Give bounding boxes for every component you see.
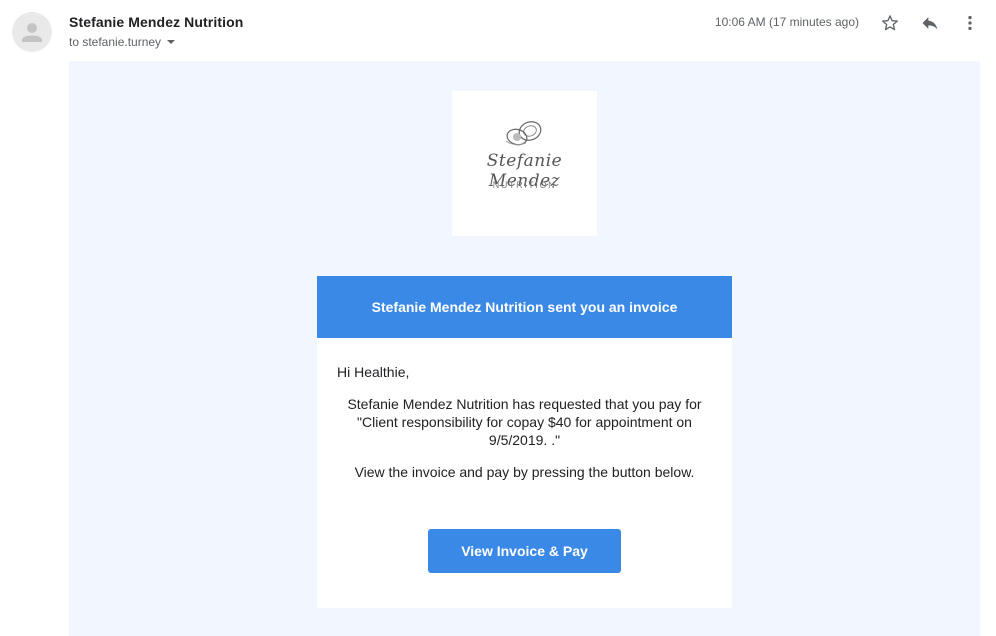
email-body: Stefanie Mendez NUTRITION Stefanie Mende… <box>69 61 980 636</box>
logo-subtitle: NUTRITION <box>492 180 557 190</box>
message-timestamp: 10:06 AM (17 minutes ago) <box>714 15 859 29</box>
reply-icon[interactable] <box>918 11 942 35</box>
brand-logo: Stefanie Mendez NUTRITION <box>452 91 597 236</box>
recipient-details[interactable]: to stefanie.turney <box>69 35 176 49</box>
message-header: Stefanie Mendez Nutrition to stefanie.tu… <box>0 0 996 62</box>
avocado-logo-icon <box>505 121 542 146</box>
sender-name: Stefanie Mendez Nutrition <box>69 14 244 30</box>
invoice-card: Stefanie Mendez Nutrition sent you an in… <box>317 276 732 608</box>
recipient-label: to stefanie.turney <box>69 35 162 49</box>
invoice-request-text: Stefanie Mendez Nutrition has requested … <box>347 396 702 448</box>
recipient-dropdown-icon[interactable] <box>167 40 176 44</box>
invoice-card-title: Stefanie Mendez Nutrition sent you an in… <box>317 276 732 338</box>
view-invoice-pay-button[interactable]: View Invoice & Pay <box>428 529 621 573</box>
pay-instruction-text: View the invoice and pay by pressing the… <box>354 464 695 480</box>
sender-avatar-icon[interactable] <box>12 12 52 52</box>
star-icon[interactable] <box>878 11 902 35</box>
more-vert-icon[interactable] <box>958 11 982 35</box>
greeting-text: Hi Healthie, <box>337 364 410 380</box>
